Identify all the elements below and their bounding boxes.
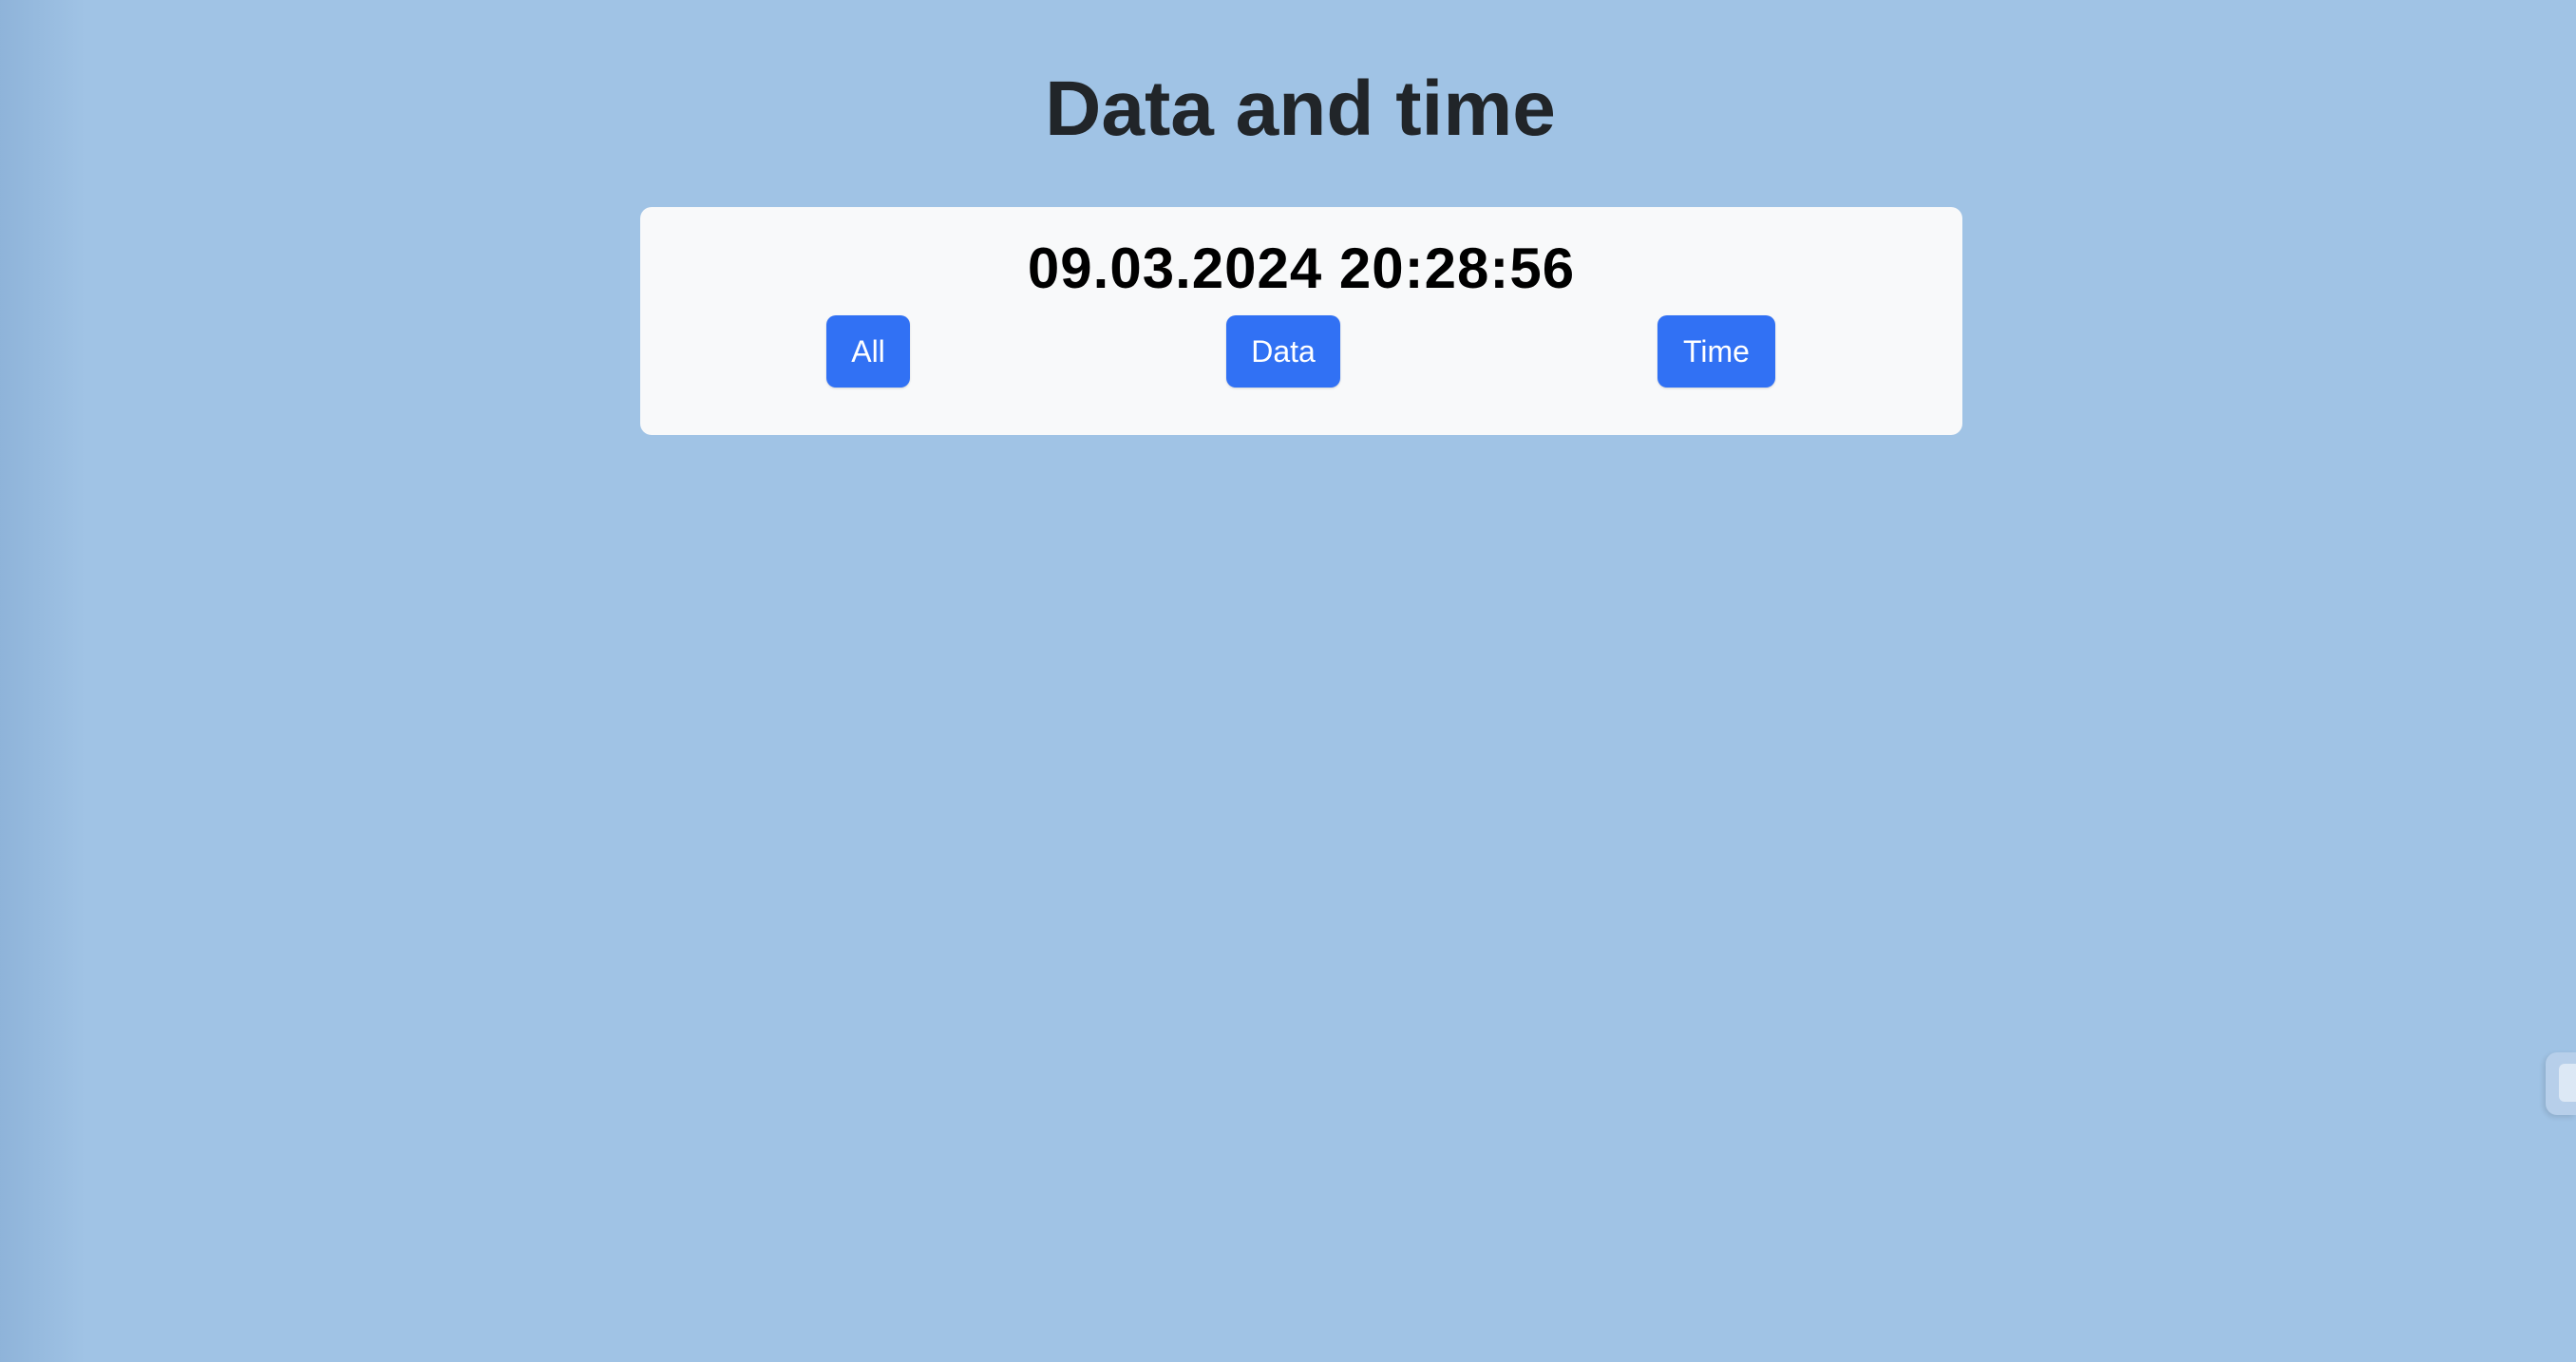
data-button[interactable]: Data bbox=[1226, 315, 1340, 388]
left-edge-shadow bbox=[0, 0, 85, 1362]
time-button[interactable]: Time bbox=[1657, 315, 1775, 388]
datetime-display: 09.03.2024 20:28:56 bbox=[1027, 236, 1576, 300]
all-button[interactable]: All bbox=[826, 315, 910, 388]
datetime-card: 09.03.2024 20:28:56 All Data Time bbox=[640, 207, 1962, 435]
side-panel-tab[interactable] bbox=[2546, 1052, 2576, 1115]
page-title: Data and time bbox=[1045, 65, 1556, 152]
side-panel-tab-icon bbox=[2559, 1064, 2576, 1102]
